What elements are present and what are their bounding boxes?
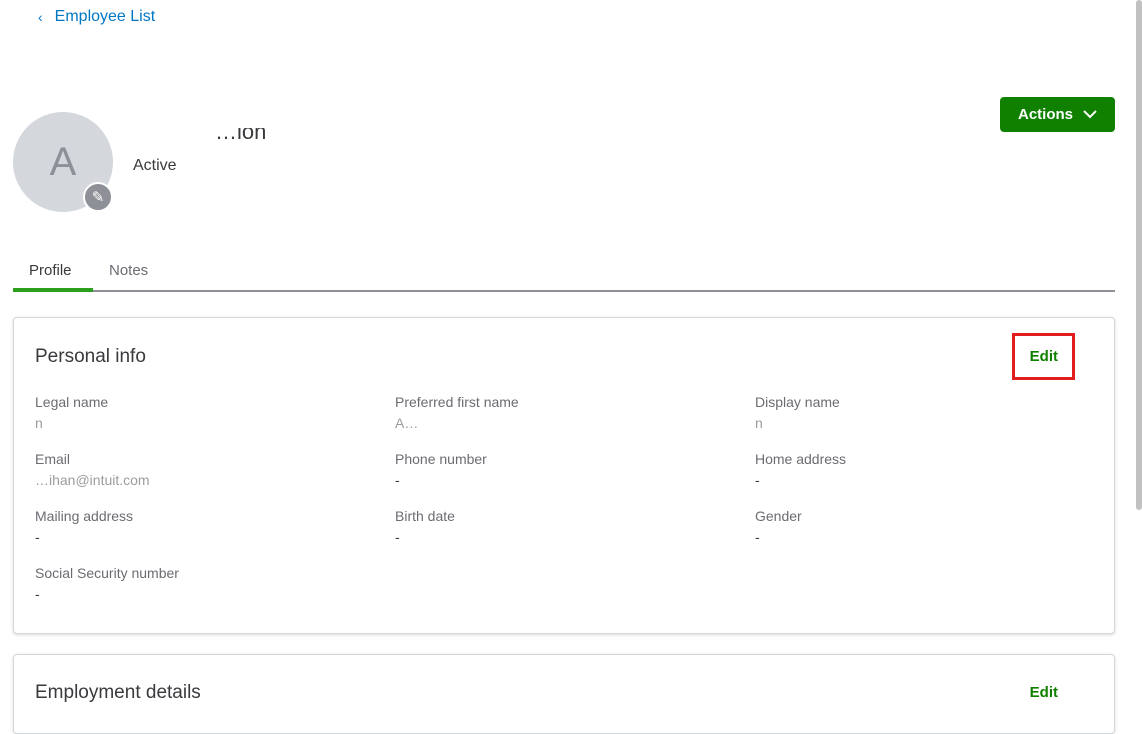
field-social-security-number: Social Security number -: [35, 565, 395, 605]
back-to-employee-list[interactable]: ‹ Employee List: [38, 8, 155, 26]
field-value: A…: [395, 415, 419, 431]
personal-info-fields: Legal name n Preferred first name A… Display…: [35, 394, 1115, 605]
field-email: Email …ihan@intuit.com: [35, 451, 395, 491]
employee-name: …ion: [215, 128, 267, 142]
field-label: Legal name: [35, 394, 109, 410]
field-value: -: [395, 472, 400, 488]
edit-photo-pencil-icon[interactable]: ✎: [83, 182, 113, 212]
field-label: Birth date: [395, 508, 455, 524]
field-birth-date: Birth date -: [395, 508, 755, 548]
scrollbar[interactable]: [1136, 0, 1142, 510]
field-preferred-first-name: Preferred first name A…: [395, 394, 755, 434]
field-value: -: [395, 529, 400, 545]
personal-info-card: Personal info Edit Legal name n Preferred …: [13, 317, 1115, 634]
field-value: -: [755, 529, 760, 545]
chevron-left-icon: ‹: [38, 9, 43, 25]
field-label: Mailing address: [35, 508, 134, 524]
field-label: Display name: [755, 394, 840, 410]
actions-label: Actions: [1017, 106, 1073, 123]
employee-status: Active: [133, 157, 177, 174]
field-value: -: [35, 586, 40, 602]
chevron-down-icon: [1083, 110, 1097, 119]
tab-bar: Profile Notes: [13, 256, 1115, 292]
field-label: Preferred first name: [395, 394, 519, 410]
back-label: Employee List: [54, 8, 156, 25]
field-value: …ihan@intuit.com: [35, 472, 150, 488]
field-value: -: [35, 529, 40, 545]
personal-info-title: Personal info: [35, 346, 146, 367]
employment-details-edit-button[interactable]: Edit: [1030, 684, 1058, 701]
field-legal-name: Legal name n: [35, 394, 395, 434]
field-value: -: [755, 472, 760, 488]
field-label: Social Security number: [35, 565, 179, 581]
field-label: Email: [35, 451, 71, 467]
employment-details-title: Employment details: [35, 682, 201, 703]
field-home-address: Home address -: [755, 451, 1115, 491]
field-label: Phone number: [395, 451, 487, 467]
avatar-initial: A: [49, 139, 77, 184]
tab-notes[interactable]: Notes: [93, 256, 164, 292]
employment-details-card: Employment details Edit: [13, 654, 1115, 734]
actions-button[interactable]: Actions: [1000, 97, 1115, 132]
field-value: n: [35, 415, 43, 431]
field-gender: Gender -: [755, 508, 1115, 548]
field-label: Gender: [755, 508, 802, 524]
tab-profile[interactable]: Profile: [13, 256, 93, 292]
field-mailing-address: Mailing address -: [35, 508, 395, 548]
field-phone-number: Phone number -: [395, 451, 755, 491]
field-display-name: Display name n: [755, 394, 1115, 434]
field-label: Home address: [755, 451, 847, 467]
field-value: n: [755, 415, 763, 431]
personal-info-edit-button[interactable]: Edit: [1030, 348, 1058, 365]
